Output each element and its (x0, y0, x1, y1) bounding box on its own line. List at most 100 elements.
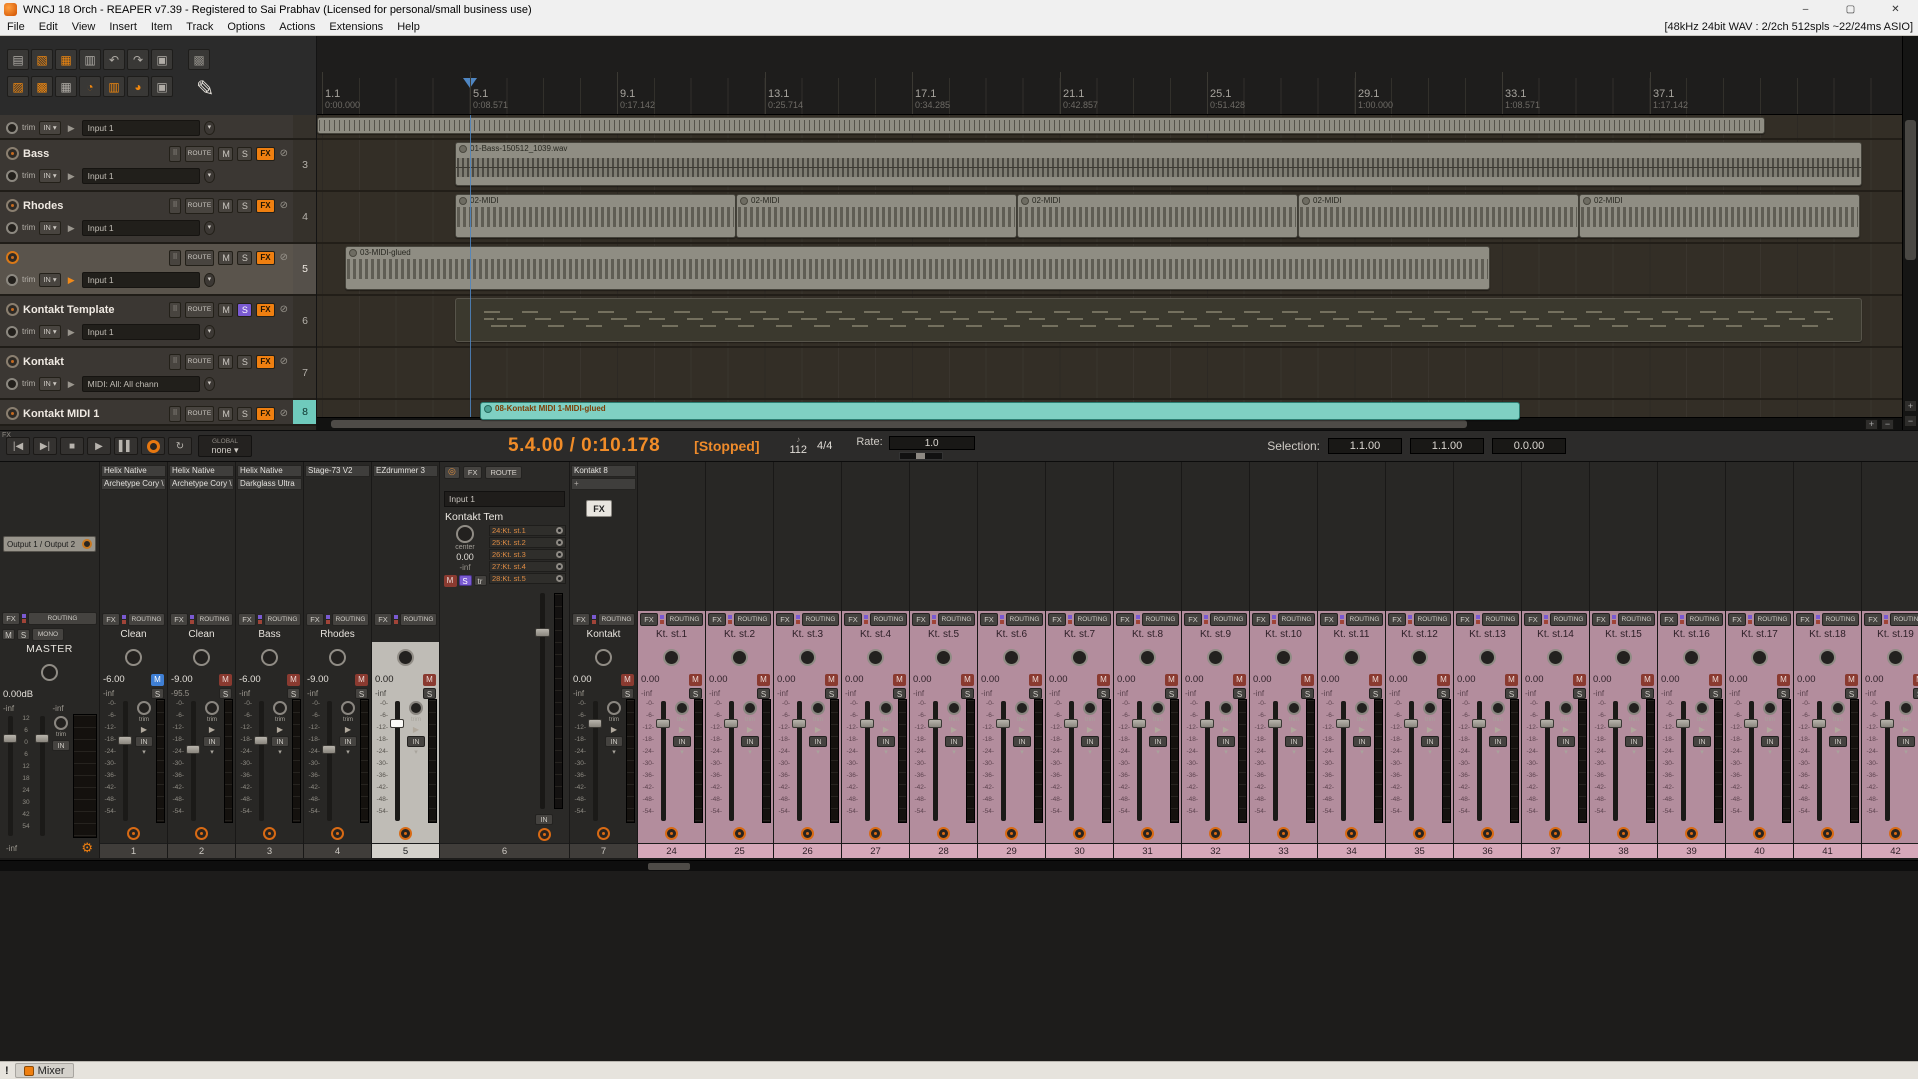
mute-button[interactable]: M (151, 673, 164, 686)
volume-fader[interactable] (1267, 699, 1283, 823)
stretch-markers-icon[interactable]: ▥ (103, 76, 125, 97)
mixer-strip-channel-7[interactable]: Kontakt 8 + FX FX ROUTING Kontakt 0.00 M -inf S -0… (570, 462, 638, 858)
trim-knob[interactable] (6, 325, 18, 338)
midi-editor-icon[interactable]: ▦ (55, 76, 77, 97)
mute-button[interactable]: M (1165, 673, 1178, 686)
input-button[interactable]: IN (339, 736, 357, 747)
solo-button[interactable]: S (237, 354, 253, 369)
fx-button[interactable]: FX (256, 406, 275, 421)
io-matrix-button[interactable]: ⠿ (169, 197, 181, 214)
pencil-tool-icon[interactable]: ✎ (196, 76, 214, 102)
pan-knob[interactable] (1411, 648, 1428, 666)
selection-start[interactable]: 1.1.00 (1328, 438, 1402, 454)
route-button[interactable]: ROUTE (184, 301, 215, 318)
fx-button[interactable]: FX (462, 466, 483, 479)
fx-button[interactable]: FX (572, 612, 590, 626)
rate-value[interactable]: 1.0 (888, 435, 975, 450)
input-button[interactable]: IN (1013, 736, 1031, 747)
trim-button[interactable]: tr (473, 575, 487, 586)
routing-button[interactable]: ROUTING (1414, 612, 1451, 626)
fx-button[interactable]: FX (1728, 612, 1746, 626)
fader-handle[interactable] (186, 744, 200, 754)
mixer-strip-channel-24[interactable]: FX ROUTING Kt. st.1 0.00 M -inf S -0- -6- -12- -18… (638, 462, 706, 858)
trim-knob[interactable] (879, 701, 893, 715)
pan-knob[interactable] (261, 648, 278, 666)
mixer-strip-channel-38[interactable]: FX ROUTING Kt. st.15 0.00 M -inf S -0- -6- -12- -1… (1590, 462, 1658, 858)
global-automation-override[interactable]: GLOBAL none ▾ (198, 435, 252, 457)
send-knob[interactable] (556, 527, 563, 534)
redo-icon[interactable]: ↷ (127, 49, 149, 70)
trim-knob[interactable] (409, 701, 423, 715)
trim-knob[interactable] (273, 701, 287, 715)
volume-readout[interactable]: 0.00 (1729, 674, 1775, 685)
send-item[interactable]: 26:Kt. st.3 (489, 549, 566, 560)
pan-knob[interactable] (1003, 648, 1020, 666)
lock-toggle-icon[interactable]: ▣ (151, 49, 173, 70)
monitor-button[interactable]: ▶ (209, 725, 215, 734)
input-button[interactable]: IN (1353, 736, 1371, 747)
bpm-display[interactable]: ♪ 112 (790, 436, 808, 457)
channel-number[interactable]: 37 (1522, 843, 1589, 858)
fx-button[interactable]: FX (1184, 612, 1202, 626)
record-arm-button[interactable] (6, 199, 19, 212)
input-dropdown[interactable]: ▾ (203, 376, 216, 391)
record-arm-button[interactable] (733, 826, 746, 840)
mixer-strip-channel-34[interactable]: FX ROUTING Kt. st.11 0.00 M -inf S -0- -6- -12- -1… (1318, 462, 1386, 858)
volume-fader[interactable] (1199, 699, 1215, 823)
monitor-button[interactable]: ▶ (611, 725, 617, 734)
fader-handle[interactable] (588, 718, 602, 728)
metronome-icon[interactable]: ◔ (79, 76, 101, 97)
mute-button[interactable]: M (1845, 673, 1858, 686)
volume-readout[interactable]: 0.00dB (3, 689, 96, 700)
monitor-button[interactable]: ▶ (65, 222, 78, 234)
fader-handle[interactable] (322, 744, 336, 754)
input-dropdown[interactable]: ▾ (680, 749, 684, 756)
mono-button[interactable]: MONO (32, 627, 64, 641)
mixer-docker-tab[interactable]: Mixer (14, 1063, 74, 1078)
fx-insert[interactable]: EZdrummer 3 (373, 465, 438, 477)
channel-number[interactable]: 3 (236, 843, 303, 858)
glue-items-icon[interactable]: ◕ (127, 76, 149, 97)
mute-button[interactable]: M (1913, 673, 1918, 686)
file-new-icon[interactable]: ▤ (7, 49, 29, 70)
mixer-strip-channel-31[interactable]: FX ROUTING Kt. st.8 0.00 M -inf S -0- -6- -12- -18… (1114, 462, 1182, 858)
mute-button[interactable]: M (1369, 673, 1382, 686)
trim-knob[interactable] (1083, 701, 1097, 715)
solo-button[interactable]: S (1097, 687, 1110, 699)
channel-number[interactable]: 24 (638, 843, 705, 858)
fader-handle[interactable] (1064, 718, 1078, 728)
phase-button[interactable]: ⊘ (279, 356, 289, 367)
input-dropdown[interactable]: ▾ (1292, 749, 1296, 756)
record-arm-button[interactable] (597, 826, 610, 840)
fx-button[interactable]: FX (306, 612, 324, 626)
input-button[interactable]: IN (809, 736, 827, 747)
fx-button[interactable]: FX (1524, 612, 1542, 626)
solo-button[interactable]: S (151, 687, 164, 699)
trim-knob[interactable] (1695, 701, 1709, 715)
crossfade-toggle-icon[interactable]: ▨ (7, 76, 29, 97)
mute-button[interactable]: M (2, 628, 15, 640)
routing-button[interactable]: ROUTING (1754, 612, 1791, 626)
volume-readout[interactable]: -6.00 (103, 674, 149, 685)
record-arm-button[interactable] (1617, 826, 1630, 840)
trim-knob[interactable] (1899, 701, 1913, 715)
mixer-strip-channel-41[interactable]: FX ROUTING Kt. st.18 0.00 M -inf S -0- -6- -12- -1… (1794, 462, 1862, 858)
media-item[interactable]: 02-MIDI (1298, 194, 1579, 238)
volume-fader[interactable] (723, 699, 739, 823)
monitor-button[interactable]: ▶ (1359, 725, 1365, 734)
stop-button[interactable]: ■ (60, 437, 84, 455)
routing-button[interactable]: ROUTING (1550, 612, 1587, 626)
solo-button[interactable]: S (1913, 687, 1918, 699)
mixer-strip-master[interactable]: Output 1 / Output 2 FX ROUTING M S MONO MASTER… (0, 462, 100, 858)
mixer-strip-channel-37[interactable]: FX ROUTING Kt. st.14 0.00 M -inf S -0- -6- -12- -1… (1522, 462, 1590, 858)
trim-knob[interactable] (6, 121, 18, 134)
media-item[interactable] (455, 298, 1862, 342)
pan-knob[interactable] (456, 525, 474, 543)
routing-button[interactable]: ROUTING (870, 612, 907, 626)
input-source-label[interactable]: Input 1 (81, 167, 200, 184)
volume-fader[interactable] (927, 699, 943, 823)
channel-number[interactable]: 42 (1862, 843, 1918, 858)
input-button[interactable]: IN (271, 736, 289, 747)
input-dropdown[interactable]: ▾ (1836, 749, 1840, 756)
solo-button[interactable]: S (621, 687, 634, 699)
